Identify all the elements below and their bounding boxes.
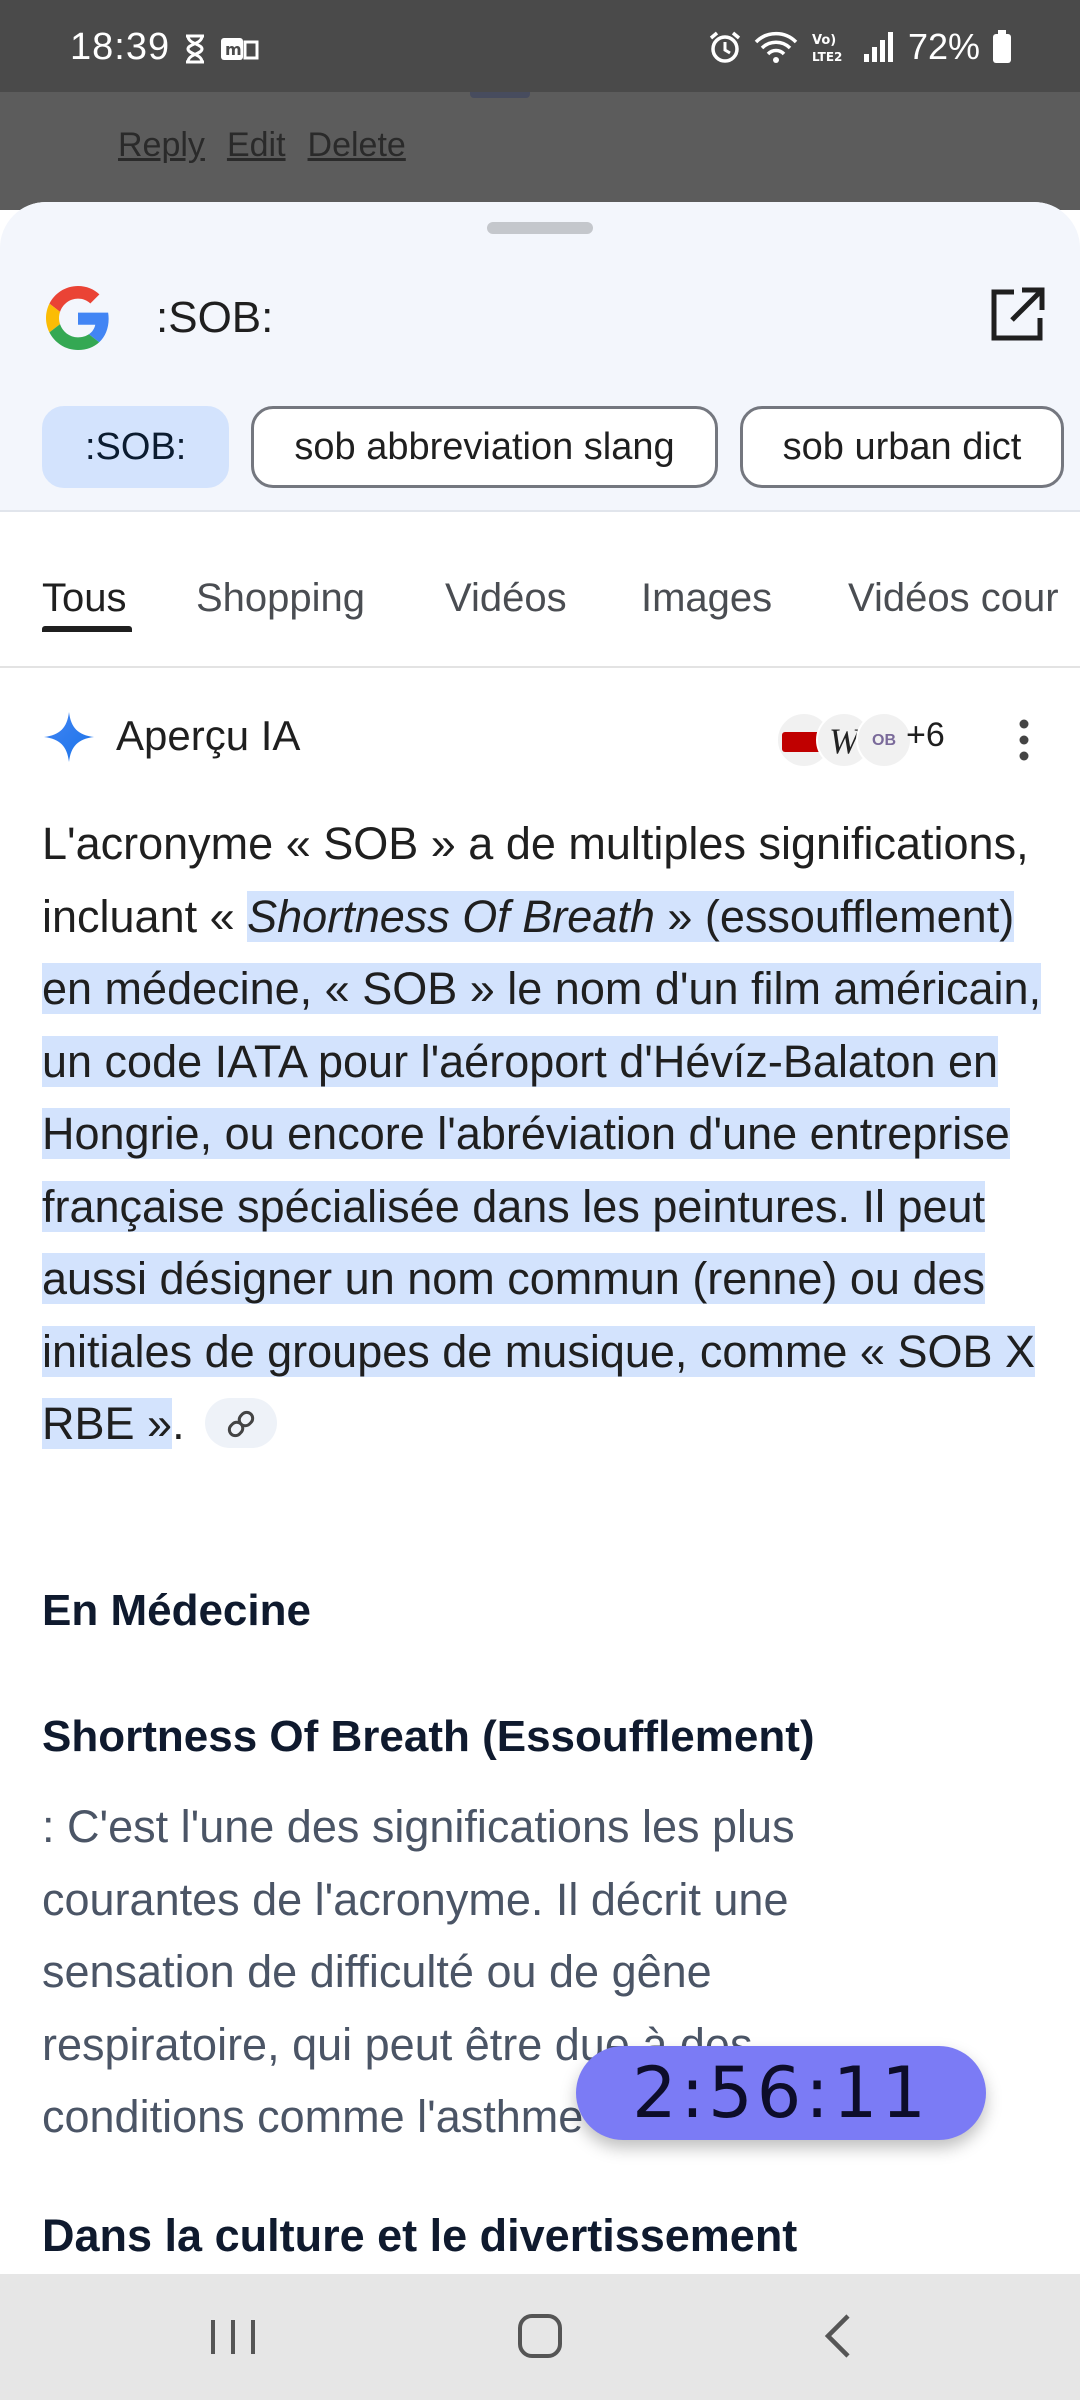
active-tab-indicator — [42, 626, 132, 632]
google-logo-icon — [46, 286, 109, 350]
home-icon[interactable] — [512, 2310, 568, 2362]
comment-actions: Reply Edit Delete — [118, 126, 406, 165]
alarm-icon — [709, 31, 741, 63]
hourglass-icon — [186, 34, 204, 64]
reply-link[interactable]: Reply — [118, 126, 205, 165]
chip-sob-urban-dict[interactable]: sob urban dict — [739, 406, 1065, 488]
tab-tous[interactable]: Tous — [42, 576, 127, 621]
navigation-bar — [0, 2274, 1080, 2400]
ai-overview-text: L'acronyme « SOB » a de multiples signif… — [42, 808, 1052, 1461]
back-icon[interactable] — [818, 2310, 858, 2362]
source-avatar-sob: OB — [856, 712, 912, 768]
svg-text:Vo): Vo) — [812, 33, 836, 48]
more-options-icon[interactable] — [1004, 716, 1044, 764]
suggestion-chips: :SOB: sob abbreviation slang sob urban d… — [42, 406, 1065, 488]
status-bar: 18:39 m Vo) LTE2 72% — [0, 0, 1080, 92]
drag-handle[interactable] — [487, 222, 593, 234]
chip-sob-abbreviation-slang[interactable]: sob abbreviation slang — [251, 406, 718, 488]
more-sources-count[interactable]: +6 — [906, 716, 945, 755]
link-icon — [227, 1410, 254, 1438]
search-header: :SOB: :SOB: sob abbreviation slang sob u… — [0, 202, 1080, 512]
floating-timer[interactable]: 2:56:11 — [576, 2046, 986, 2140]
search-query[interactable]: :SOB: — [156, 286, 273, 350]
svg-text:LTE2: LTE2 — [812, 50, 842, 64]
tab-images[interactable]: Images — [641, 576, 772, 621]
message-icon: m — [221, 38, 259, 60]
search-tabs: Tous Shopping Vidéos Images Vidéos cour — [0, 536, 1080, 668]
signal-icon — [863, 32, 893, 62]
tab-shopping[interactable]: Shopping — [196, 576, 365, 621]
intro-end: . — [172, 1398, 185, 1449]
battery-percent: 72% — [907, 26, 980, 67]
volte-icon: Vo) LTE2 — [812, 33, 842, 64]
highlighted-answer: Shortness Of Breath » (essoufflement) en… — [42, 890, 1042, 1450]
tab-videos[interactable]: Vidéos — [445, 576, 567, 621]
delete-link[interactable]: Delete — [308, 126, 406, 165]
chip-sob[interactable]: :SOB: — [42, 406, 230, 488]
search-bottom-sheet: :SOB: :SOB: sob abbreviation slang sob u… — [0, 202, 1080, 2274]
highlighted-rest: » (essoufflement) en médecine, « SOB » l… — [42, 890, 1042, 1450]
sob-heading: Shortness Of Breath (Essoufflement) — [42, 1712, 815, 1761]
ai-overview-header: Aperçu IA W OB +6 — [42, 702, 1042, 772]
section-heading-culture: Dans la culture et le divertissement — [42, 2210, 798, 2261]
tab-videos-courtes[interactable]: Vidéos cour — [848, 576, 1059, 621]
gemini-sparkle-icon — [44, 712, 94, 762]
recents-icon[interactable] — [205, 2314, 261, 2360]
ai-overview-title: Aperçu IA — [116, 712, 301, 759]
svg-text:m: m — [225, 40, 242, 59]
source-avatars[interactable]: W OB — [776, 712, 916, 768]
citation-link-button[interactable] — [204, 1398, 277, 1449]
wifi-icon — [754, 31, 798, 63]
edit-link[interactable]: Edit — [227, 126, 286, 165]
status-time: 18:39 — [70, 26, 171, 68]
section-heading-medicine: En Médecine — [42, 1586, 311, 1635]
battery-icon — [993, 30, 1011, 63]
open-in-new-icon[interactable] — [984, 284, 1048, 348]
highlighted-term: Shortness Of Breath — [247, 890, 655, 942]
